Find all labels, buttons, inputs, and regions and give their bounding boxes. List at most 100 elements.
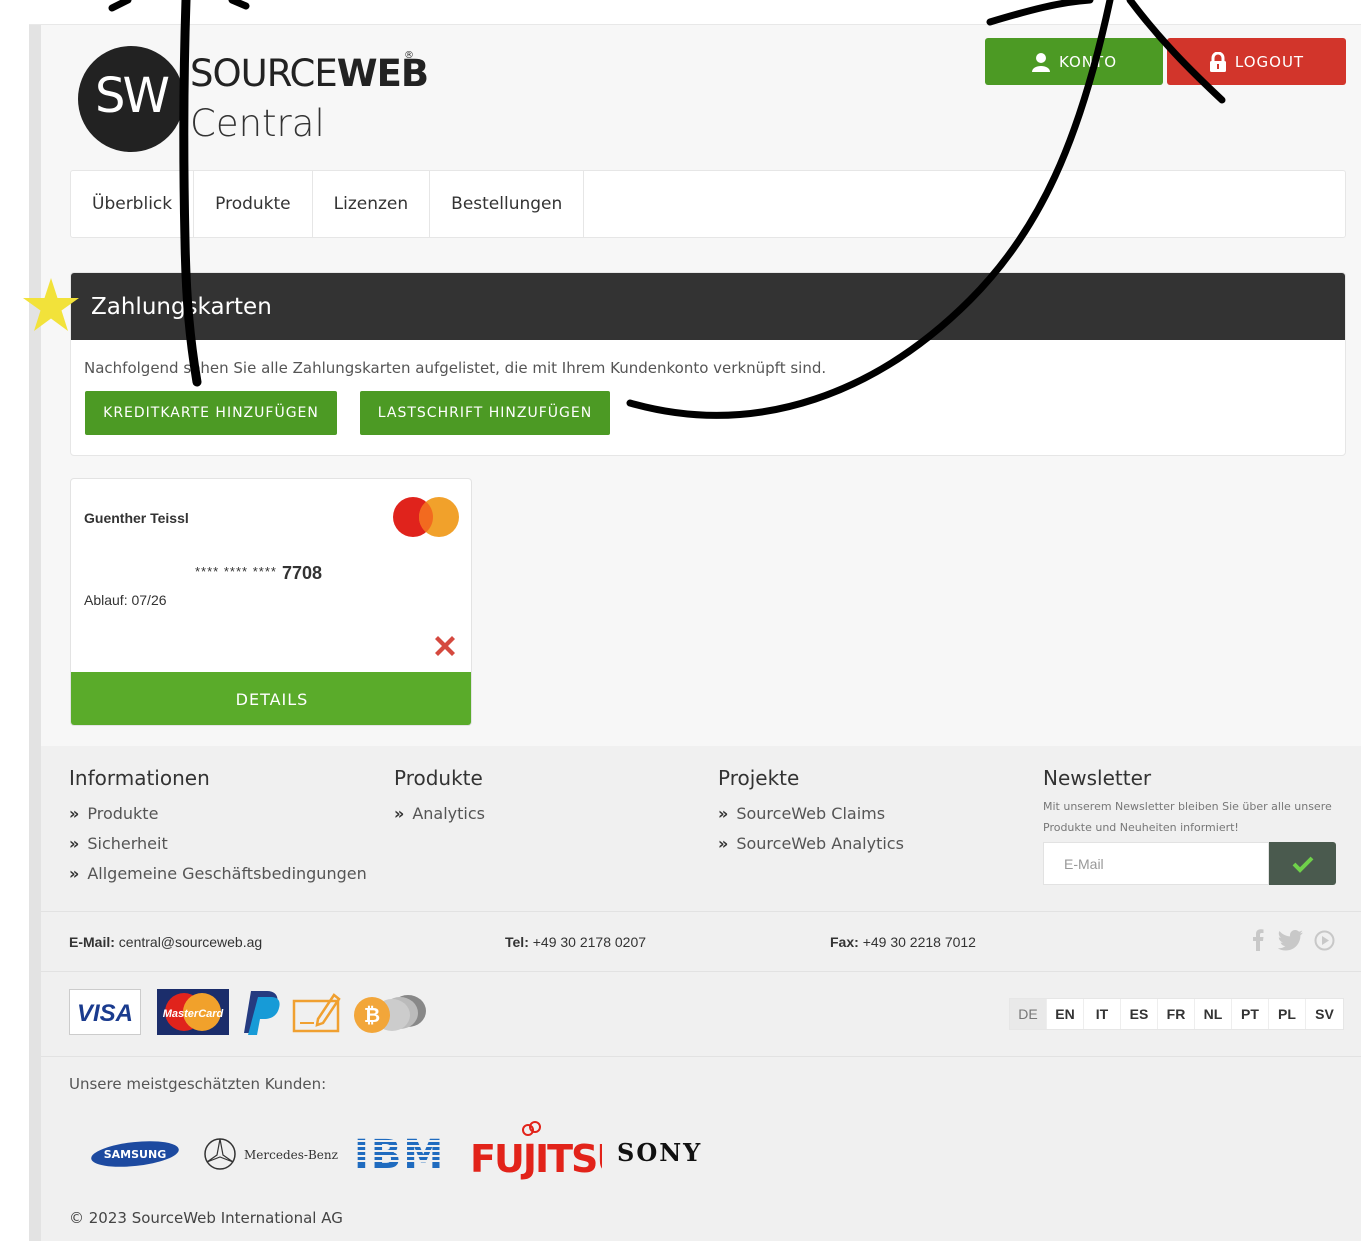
card-details-button[interactable]: DETAILS — [71, 672, 471, 725]
nav-item-products[interactable]: Produkte — [194, 171, 313, 237]
footer-products-column: Produkte » Analytics — [394, 766, 485, 828]
mastercard-icon — [393, 497, 459, 537]
payment-card: Guenther Teissl **** **** **** 7708 Abla… — [70, 478, 472, 726]
footer-newsletter-title: Newsletter — [1043, 766, 1152, 790]
main-nav: Überblick Produkte Lizenzen Bestellungen — [70, 170, 1346, 238]
fujitsu-logo: FUJITSU — [470, 1121, 602, 1181]
samsung-text: SAMSUNG — [104, 1148, 166, 1161]
footer-projects-column: Projekte » SourceWeb Claims » SourceWeb An… — [718, 766, 904, 858]
twitter-icon[interactable] — [1278, 930, 1304, 951]
footer-link-claims[interactable]: » SourceWeb Claims — [718, 798, 904, 828]
logo-subtitle: Central — [190, 102, 325, 145]
footer-link-label: Analytics — [412, 803, 485, 823]
newsletter-submit-button[interactable] — [1269, 842, 1336, 885]
add-credit-card-button[interactable]: KREDITKARTE HINZUFÜGEN — [85, 391, 337, 435]
footer-link-label: SourceWeb Analytics — [736, 833, 904, 853]
footer-newsletter-column: Newsletter — [1043, 766, 1151, 798]
footer-products-title: Produkte — [394, 766, 483, 790]
footer-link-analytics[interactable]: » Analytics — [394, 798, 485, 828]
mercedes-logo: Mercedes-Benz — [204, 1138, 338, 1170]
panel-title: Zahlungskarten — [71, 273, 1345, 340]
fujitsu-text: FUJITSU — [470, 1137, 602, 1181]
lang-fr[interactable]: FR — [1158, 999, 1195, 1029]
chevron-right-icon: » — [69, 803, 80, 823]
logo-name-light: SOURCE — [190, 52, 338, 95]
newsletter-text: Mit unserem Newsletter bleiben Sie über … — [1043, 800, 1332, 834]
account-button-label: KONTO — [1058, 52, 1117, 71]
contact-tel: Tel: +49 30 2178 0207 — [505, 934, 646, 950]
sony-logo: SONY — [617, 1138, 702, 1167]
visa-icon: VISA — [69, 989, 141, 1035]
card-number-last: 7708 — [281, 563, 322, 583]
copyright: © 2023 SourceWeb International AG — [69, 1209, 343, 1227]
contact-tel-value: +49 30 2178 0207 — [532, 934, 647, 950]
contact-tel-label: Tel: — [505, 934, 529, 950]
facebook-icon[interactable] — [1252, 929, 1264, 951]
language-selector: DE EN IT ES FR NL PT PL SV — [1009, 998, 1344, 1030]
footer-link-products[interactable]: » Produkte — [69, 798, 367, 828]
mastercard-text: MasterCard — [163, 1008, 224, 1020]
logout-button-label: LOGOUT — [1234, 52, 1305, 71]
contact-email-label: E-Mail: — [69, 934, 115, 950]
lang-de[interactable]: DE — [1010, 999, 1047, 1029]
newsletter-email-input[interactable]: E-Mail — [1043, 842, 1269, 885]
chevron-right-icon: » — [718, 833, 729, 853]
logo-registered: ® — [404, 50, 414, 61]
card-holder-name: Guenther Teissl — [84, 510, 189, 526]
contact-fax-value: +49 30 2218 7012 — [862, 934, 976, 950]
account-button[interactable]: KONTO — [985, 38, 1163, 85]
logout-button[interactable]: LOGOUT — [1167, 38, 1346, 85]
play-icon[interactable] — [1314, 930, 1335, 951]
star-icon — [23, 278, 79, 331]
check-icon — [1292, 856, 1313, 873]
nav-item-licenses[interactable]: Lizenzen — [313, 171, 431, 237]
chevron-right-icon: » — [718, 803, 729, 823]
footer-link-label: Sicherheit — [87, 833, 168, 853]
footer-divider — [41, 1056, 1361, 1057]
lang-pt[interactable]: PT — [1232, 999, 1269, 1029]
chevron-right-icon: » — [394, 803, 405, 823]
left-sidebar-edge — [29, 25, 41, 1241]
chevron-right-icon: » — [69, 833, 80, 853]
ibm-logo: IBM — [354, 1133, 450, 1173]
lang-it[interactable]: IT — [1084, 999, 1121, 1029]
lang-en[interactable]: EN — [1047, 999, 1084, 1029]
nav-item-overview[interactable]: Überblick — [71, 171, 195, 237]
footer-link-label: Produkte — [87, 803, 159, 823]
contact-email-value[interactable]: central@sourceweb.ag — [119, 934, 262, 950]
footer-divider — [41, 971, 1361, 972]
payment-cards-panel: Zahlungskarten Nachfolgend sehen Sie all… — [70, 272, 1346, 456]
lang-es[interactable]: ES — [1121, 999, 1158, 1029]
card-expiry: Ablauf: 07/26 — [84, 592, 167, 608]
visa-text: VISA — [77, 1000, 133, 1027]
logo-name-bold: WEB — [336, 52, 429, 95]
footer-link-terms[interactable]: » Allgemeine Geschäftsbedingungen — [69, 858, 367, 888]
lang-sv[interactable]: SV — [1306, 999, 1343, 1029]
logo-mark: SW — [95, 68, 170, 124]
close-icon[interactable] — [430, 631, 460, 661]
panel-description: Nachfolgend sehen Sie alle Zahlungskarte… — [84, 359, 827, 377]
footer-link-security[interactable]: » Sicherheit — [69, 828, 367, 858]
bitcoin-icon: ₿ — [354, 995, 426, 1033]
footer-link-label: Allgemeine Geschäftsbedingungen — [87, 863, 367, 883]
lock-icon — [1209, 51, 1226, 72]
mercedes-text: Mercedes-Benz — [244, 1148, 338, 1162]
svg-text:₿: ₿ — [364, 1003, 380, 1027]
footer-link-sw-analytics[interactable]: » SourceWeb Analytics — [718, 828, 904, 858]
sony-text: SONY — [617, 1138, 702, 1167]
ibm-text: IBM — [354, 1133, 445, 1173]
contact-email: E-Mail: central@sourceweb.ag — [69, 934, 262, 950]
user-icon — [1031, 52, 1050, 72]
contact-fax-label: Fax: — [830, 934, 859, 950]
nav-item-orders[interactable]: Bestellungen — [430, 171, 585, 237]
footer-info-title: Informationen — [69, 766, 210, 790]
paypal-icon — [244, 991, 280, 1035]
invoice-icon — [292, 993, 341, 1033]
lang-pl[interactable]: PL — [1269, 999, 1306, 1029]
lang-nl[interactable]: NL — [1195, 999, 1232, 1029]
add-direct-debit-button[interactable]: LASTSCHRIFT HINZUFÜGEN — [360, 391, 610, 435]
contact-fax: Fax: +49 30 2218 7012 — [830, 934, 976, 950]
card-number: **** **** **** 7708 — [195, 563, 322, 584]
footer-divider — [41, 911, 1361, 912]
clients-label: Unsere meistgeschätzten Kunden: — [69, 1075, 327, 1093]
